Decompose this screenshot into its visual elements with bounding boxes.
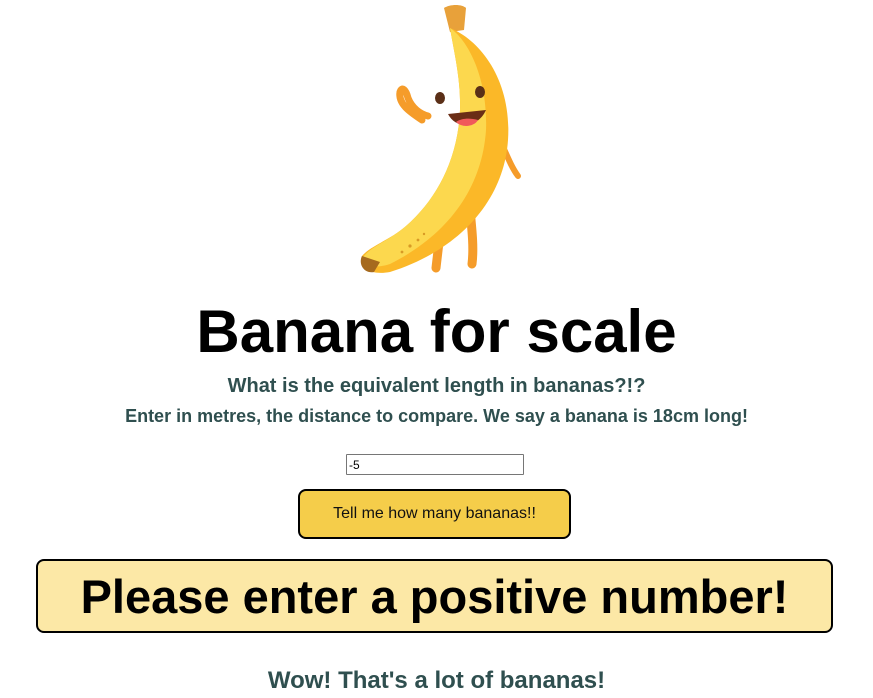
page: Banana for scale What is the equivalent … <box>0 0 873 698</box>
distance-input[interactable] <box>346 454 524 475</box>
result-message: Please enter a positive number! <box>80 569 789 623</box>
page-subtitle: What is the equivalent length in bananas… <box>227 375 646 397</box>
banana-mascot-icon <box>360 5 521 273</box>
calculate-bananas-button[interactable]: Tell me how many bananas!! <box>298 489 571 539</box>
page-title: Banana for scale <box>196 298 677 365</box>
instructions-text: Enter in metres, the distance to compare… <box>125 406 748 426</box>
result-message-box: Please enter a positive number! <box>36 559 833 633</box>
footer-message: Wow! That's a lot of bananas! <box>267 667 606 694</box>
